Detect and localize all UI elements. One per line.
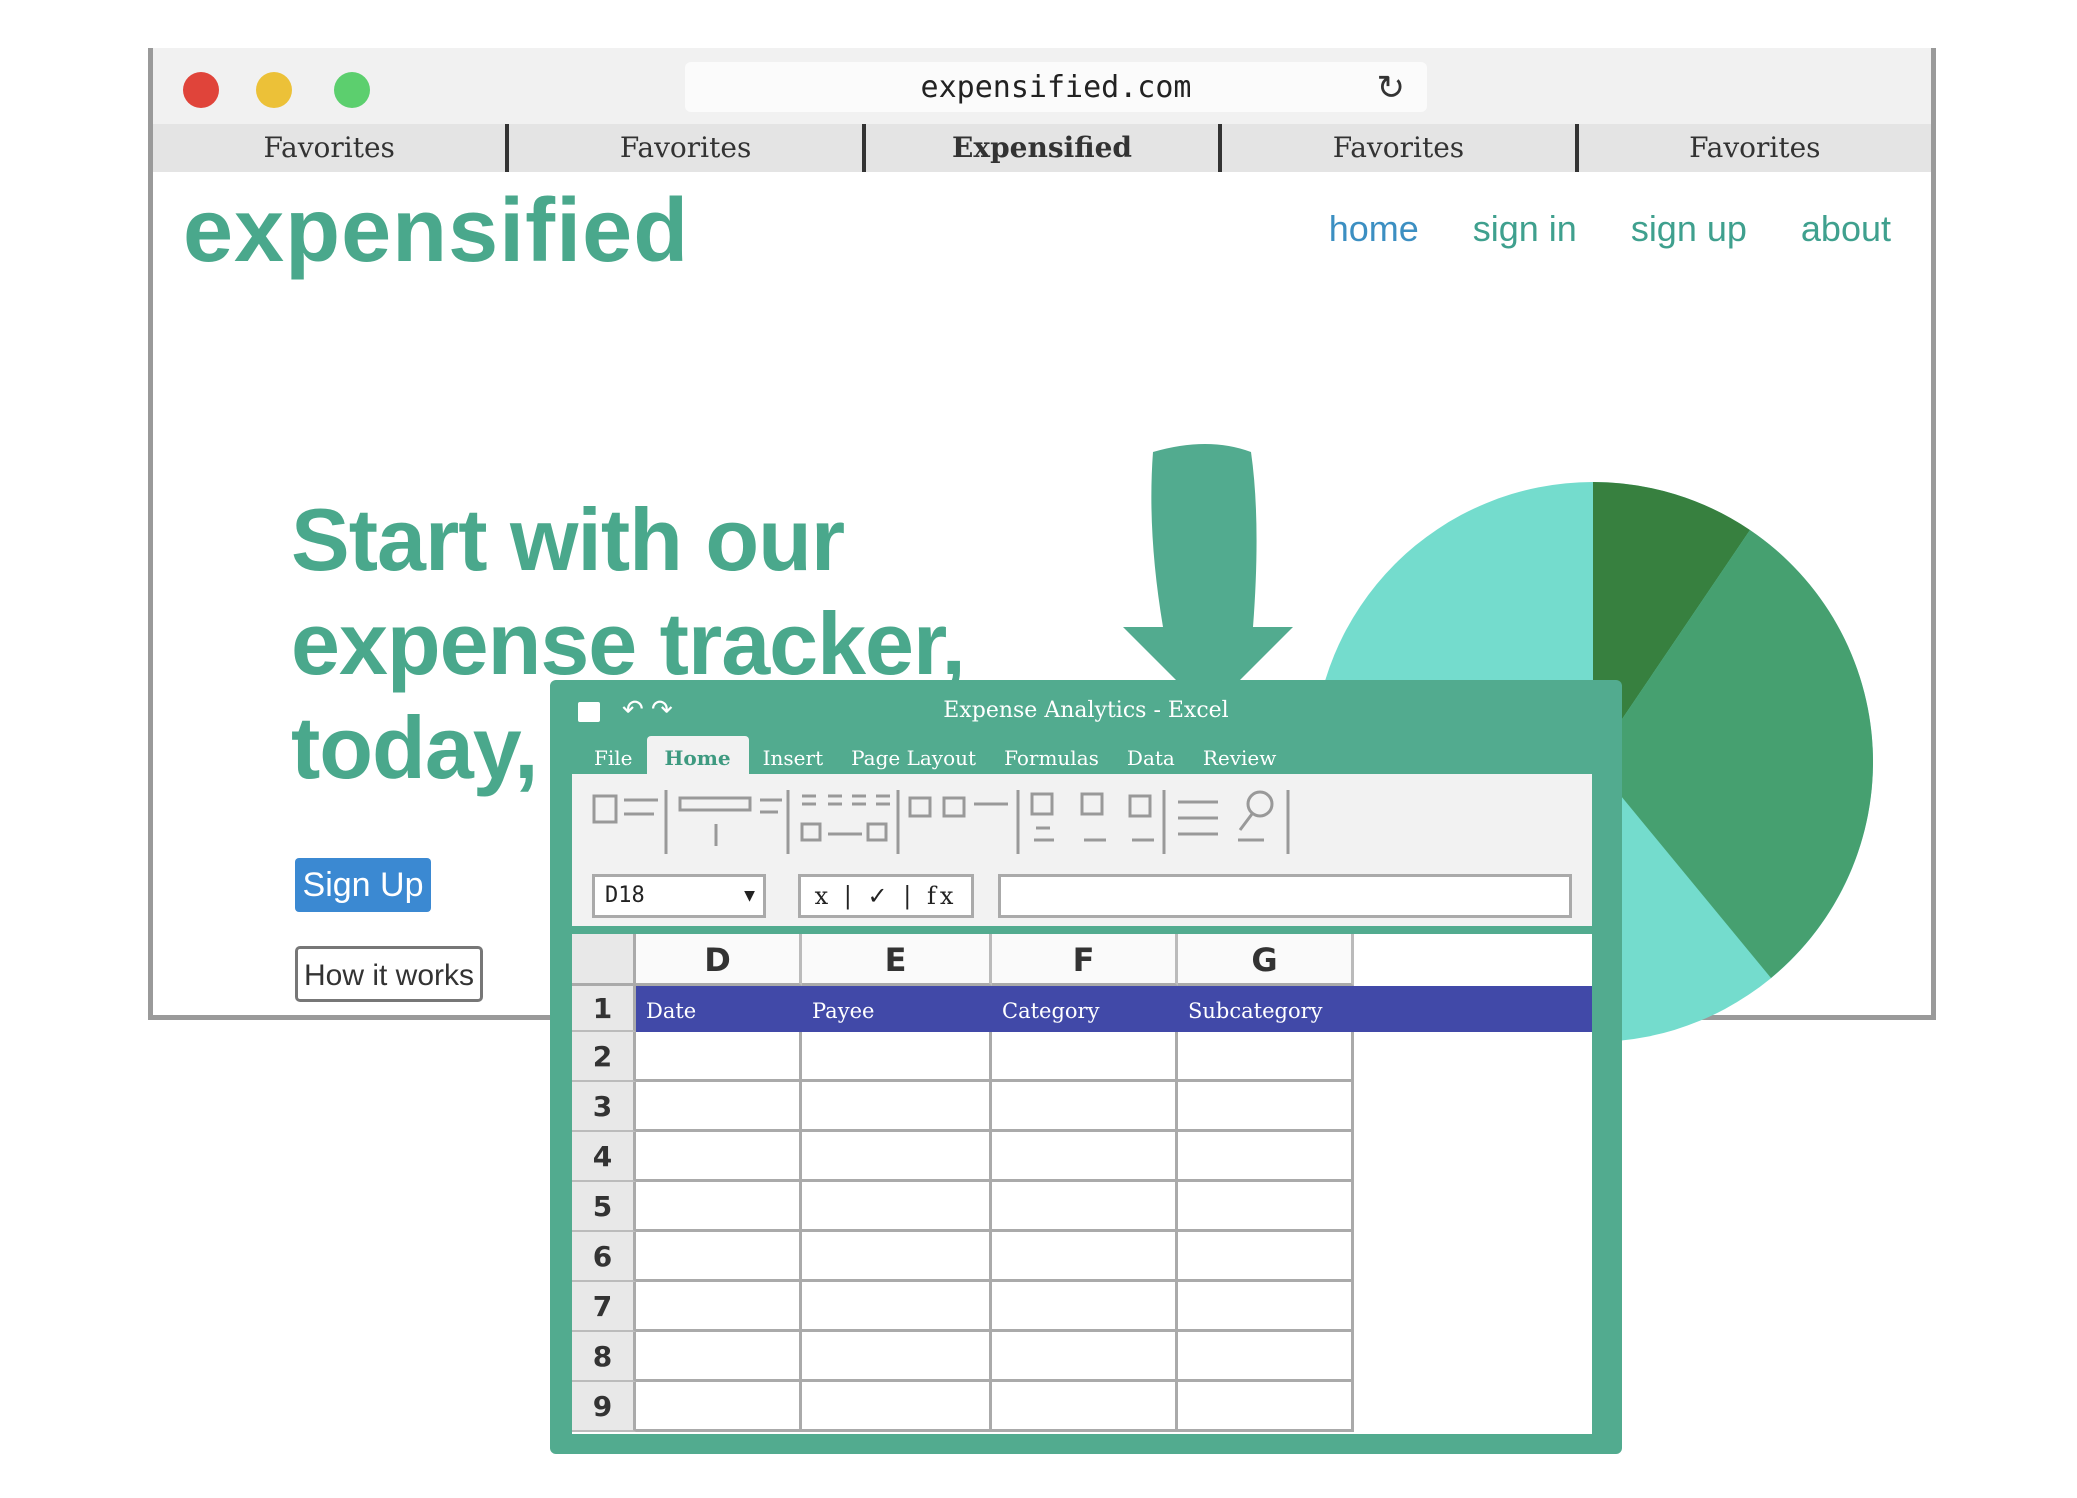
row-header[interactable]: 5 [572, 1182, 636, 1232]
grid-cell[interactable] [802, 1282, 992, 1332]
chevron-down-icon[interactable]: ▼ [744, 877, 755, 915]
grid-cell[interactable] [1178, 1282, 1354, 1332]
grid-cell[interactable] [636, 1132, 802, 1182]
grid-cell[interactable] [992, 1232, 1178, 1282]
tab-favorites-2[interactable]: Favorites [509, 124, 866, 172]
site-nav: home sign in sign up about [1329, 208, 1891, 250]
address-bar[interactable]: expensified.com ↻ [685, 62, 1427, 112]
grid-cell[interactable] [802, 1032, 992, 1082]
grid-cell[interactable] [802, 1182, 992, 1232]
excel-window: ↶ ↷ Expense Analytics - Excel File Home … [550, 680, 1622, 1454]
grid-cell[interactable] [1178, 1032, 1354, 1082]
grid-cell[interactable] [1178, 1382, 1354, 1432]
header-row: Date Payee Category Subcategory [636, 986, 1592, 1032]
ribbon-tabs: File Home Insert Page Layout Formulas Da… [580, 736, 1290, 776]
header-cell-payee[interactable]: Payee [802, 986, 992, 1032]
nav-home[interactable]: home [1329, 208, 1419, 250]
ribbon-tab-formulas[interactable]: Formulas [990, 740, 1113, 776]
ribbon-tab-insert[interactable]: Insert [749, 740, 837, 776]
site-logo[interactable]: expensified [183, 180, 689, 283]
grid-cell[interactable] [802, 1082, 992, 1132]
nav-about[interactable]: about [1801, 208, 1891, 250]
grid-cell[interactable] [802, 1132, 992, 1182]
tab-favorites-4[interactable]: Favorites [1579, 124, 1931, 172]
name-box[interactable]: D18 ▼ [592, 874, 766, 918]
row-header[interactable]: 8 [572, 1332, 636, 1382]
grid-cell[interactable] [636, 1232, 802, 1282]
ribbon-tool-icons[interactable] [588, 784, 1578, 860]
ribbon-tab-review[interactable]: Review [1189, 740, 1291, 776]
select-all-corner[interactable] [572, 934, 636, 986]
grid-cell[interactable] [636, 1332, 802, 1382]
grid-cell[interactable] [1178, 1232, 1354, 1282]
close-window-button[interactable] [183, 72, 219, 108]
grid-cell[interactable] [802, 1382, 992, 1432]
name-box-value: D18 [605, 883, 645, 908]
grid-cell[interactable] [992, 1382, 1178, 1432]
grid-cell[interactable] [636, 1382, 802, 1432]
tab-favorites-1[interactable]: Favorites [153, 124, 510, 172]
url-text: expensified.com [920, 69, 1192, 105]
header-cell-category[interactable]: Category [992, 986, 1178, 1032]
row-header[interactable]: 3 [572, 1082, 636, 1132]
spreadsheet-grid: D E F G Date Payee Category Subcategory … [572, 934, 1592, 1434]
grid-cell[interactable] [992, 1282, 1178, 1332]
how-it-works-button[interactable]: How it works [295, 946, 483, 1002]
nav-sign-in[interactable]: sign in [1473, 208, 1577, 250]
signup-button[interactable]: Sign Up [295, 858, 431, 912]
grid-cell[interactable] [636, 1082, 802, 1132]
grid-cell[interactable] [1178, 1132, 1354, 1182]
grid-cell[interactable] [802, 1232, 992, 1282]
header-cell-date[interactable]: Date [636, 986, 802, 1032]
header-cell-subcategory[interactable]: Subcategory [1178, 986, 1354, 1032]
row-header[interactable]: 9 [572, 1382, 636, 1432]
grid-cell[interactable] [636, 1032, 802, 1082]
row-header[interactable]: 6 [572, 1232, 636, 1282]
row-header[interactable]: 2 [572, 1032, 636, 1082]
excel-title: Expense Analytics - Excel [943, 698, 1229, 723]
row-header[interactable]: 1 [572, 986, 636, 1032]
ribbon-toolbar: D18 ▼ x | ✓ | fx [572, 774, 1592, 926]
ribbon-tab-file[interactable]: File [580, 740, 647, 776]
ribbon-tab-home[interactable]: Home [646, 736, 749, 776]
grid-cell[interactable] [992, 1132, 1178, 1182]
grid-cell[interactable] [992, 1082, 1178, 1132]
hero-line-1: Start with our [291, 490, 845, 589]
grid-cell[interactable] [636, 1282, 802, 1332]
grid-cell[interactable] [992, 1032, 1178, 1082]
grid-cell[interactable] [992, 1332, 1178, 1382]
column-header-e[interactable]: E [802, 934, 992, 986]
formula-controls[interactable]: x | ✓ | fx [798, 874, 974, 918]
ribbon-tab-page-layout[interactable]: Page Layout [837, 740, 990, 776]
nav-sign-up[interactable]: sign up [1631, 208, 1747, 250]
row-header[interactable]: 7 [572, 1282, 636, 1332]
tab-expensified[interactable]: Expensified [866, 124, 1223, 172]
grid-cell[interactable] [636, 1182, 802, 1232]
bookmark-tabs: Favorites Favorites Expensified Favorite… [153, 124, 1931, 172]
column-header-f[interactable]: F [992, 934, 1178, 986]
grid-cell[interactable] [1178, 1082, 1354, 1132]
grid-cell[interactable] [1178, 1182, 1354, 1232]
grid-cell[interactable] [1178, 1332, 1354, 1382]
tab-favorites-3[interactable]: Favorites [1222, 124, 1579, 172]
minimize-window-button[interactable] [256, 72, 292, 108]
column-header-g[interactable]: G [1178, 934, 1354, 986]
grid-cell[interactable] [802, 1332, 992, 1382]
row-header[interactable]: 4 [572, 1132, 636, 1182]
maximize-window-button[interactable] [334, 72, 370, 108]
formula-bar-input[interactable] [998, 874, 1572, 918]
browser-titlebar: expensified.com ↻ [153, 48, 1931, 124]
column-header-d[interactable]: D [636, 934, 802, 986]
ribbon-tab-data[interactable]: Data [1113, 740, 1189, 776]
reload-icon[interactable]: ↻ [1377, 68, 1406, 108]
grid-cell[interactable] [992, 1182, 1178, 1232]
